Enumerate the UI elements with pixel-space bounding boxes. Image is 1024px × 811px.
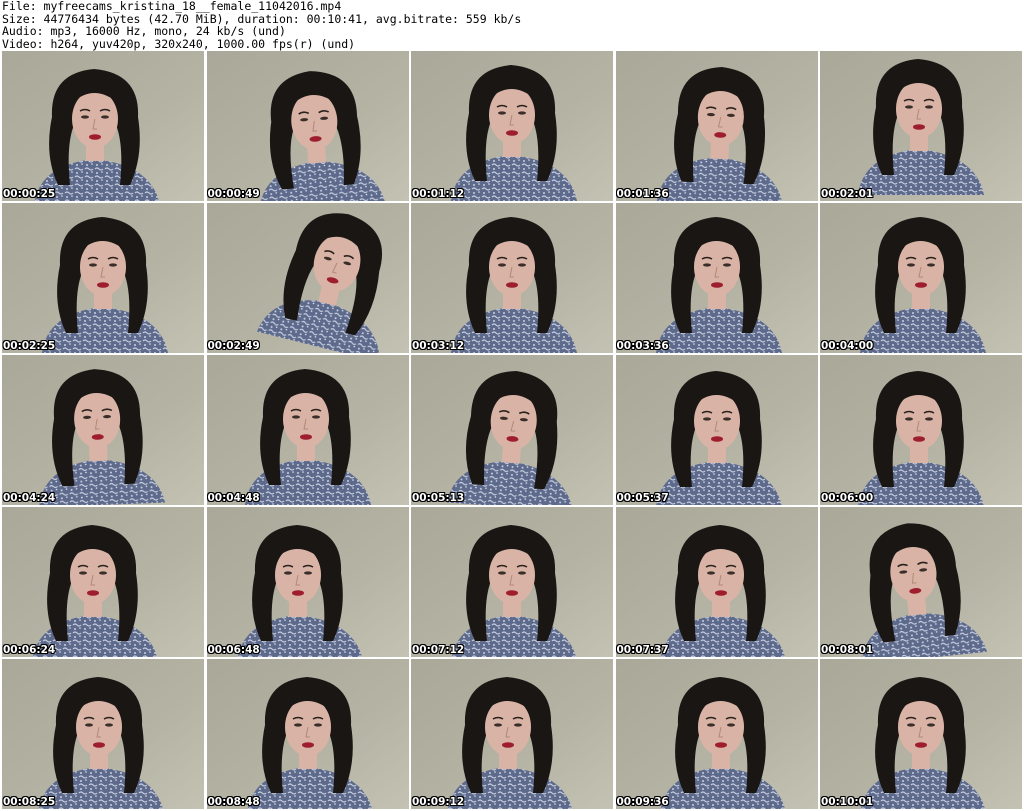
video-thumbnail: 00:00:49 [206, 51, 409, 201]
video-thumbnail: 00:08:01 [820, 507, 1022, 657]
thumbnail-image [411, 51, 613, 201]
thumbnail-image [615, 51, 818, 201]
thumbnail-timestamp: 00:07:12 [412, 644, 465, 656]
thumbnail-image [206, 507, 409, 657]
thumbnail-timestamp: 00:08:25 [3, 796, 56, 808]
video-thumbnail: 00:04:00 [820, 203, 1022, 353]
video-thumbnail: 00:04:24 [2, 355, 204, 505]
thumbnail-timestamp: 00:00:49 [207, 188, 260, 200]
thumbnail-image [206, 355, 409, 505]
thumbnail-image [820, 51, 1022, 201]
thumbnail-image [206, 659, 409, 809]
video-thumbnail: 00:05:37 [615, 355, 818, 505]
thumbnail-timestamp: 00:01:36 [616, 188, 669, 200]
thumbnail-timestamp: 00:08:01 [821, 644, 874, 656]
video-thumbnail: 00:08:48 [206, 659, 409, 809]
thumbnail-timestamp: 00:02:01 [821, 188, 874, 200]
thumbnail-image [820, 659, 1022, 809]
thumbnail-timestamp: 00:05:13 [412, 492, 465, 504]
video-thumbnail: 00:00:25 [2, 51, 204, 201]
thumbnail-timestamp: 00:00:25 [3, 188, 56, 200]
thumbnail-timestamp: 00:02:25 [3, 340, 56, 352]
video-thumbnail: 00:09:12 [411, 659, 613, 809]
thumbnail-image [2, 203, 204, 353]
video-thumbnail: 00:03:12 [411, 203, 613, 353]
thumbnail-image [411, 659, 613, 809]
audio-info-line: Audio: mp3, 16000 Hz, mono, 24 kb/s (und… [2, 24, 286, 38]
video-thumbnail: 00:01:36 [615, 51, 818, 201]
video-thumbnail: 00:07:12 [411, 507, 613, 657]
video-thumbnail: 00:05:13 [411, 355, 613, 505]
thumbnail-image [615, 507, 818, 657]
thumbnail-image [206, 203, 409, 353]
thumbnail-image [2, 51, 204, 201]
video-thumbnail: 00:06:00 [820, 355, 1022, 505]
thumbnail-timestamp: 00:03:36 [616, 340, 669, 352]
thumbnail-image [2, 659, 204, 809]
thumbnail-image [820, 203, 1022, 353]
thumbnail-timestamp: 00:10:01 [821, 796, 874, 808]
thumbnail-timestamp: 00:05:37 [616, 492, 669, 504]
video-info-line: Video: h264, yuv420p, 320x240, 1000.00 f… [2, 36, 356, 51]
video-thumbnail: 00:01:12 [411, 51, 613, 201]
thumbnail-grid: 00:00:25 00:00:49 00:01:12 00:01:36 00:0… [2, 51, 1022, 809]
thumbnail-image [411, 203, 613, 353]
video-thumbnail: 00:10:01 [820, 659, 1022, 809]
video-thumbnail: 00:02:25 [2, 203, 204, 353]
thumbnail-timestamp: 00:02:49 [207, 340, 260, 352]
thumbnail-timestamp: 00:06:48 [207, 644, 260, 656]
thumbnail-image [615, 203, 818, 353]
file-info-header: File: myfreecams_kristina_18__female_110… [2, 0, 1022, 50]
video-thumbnail: 00:02:01 [820, 51, 1022, 201]
video-thumbnail: 00:02:49 [206, 203, 409, 353]
file-name-line: File: myfreecams_kristina_18__female_110… [2, 0, 342, 13]
thumbnail-timestamp: 00:04:24 [3, 492, 56, 504]
thumbnail-timestamp: 00:06:00 [821, 492, 874, 504]
video-thumbnail: 00:03:36 [615, 203, 818, 353]
thumbnail-image [615, 659, 818, 809]
thumbnail-image [820, 355, 1022, 505]
thumbnail-timestamp: 00:03:12 [412, 340, 465, 352]
thumbnail-timestamp: 00:08:48 [207, 796, 260, 808]
thumbnail-image [2, 355, 204, 505]
video-thumbnail: 00:06:48 [206, 507, 409, 657]
thumbnail-image [206, 51, 409, 201]
thumbnail-image [615, 355, 818, 505]
thumbnail-image [411, 355, 613, 505]
thumbnail-image [820, 507, 1022, 657]
thumbnail-timestamp: 00:07:37 [616, 644, 669, 656]
video-thumbnail: 00:04:48 [206, 355, 409, 505]
video-thumbnail: 00:07:37 [615, 507, 818, 657]
thumbnail-image [411, 507, 613, 657]
thumbnail-timestamp: 00:04:48 [207, 492, 260, 504]
video-thumbnail: 00:09:36 [615, 659, 818, 809]
thumbnail-timestamp: 00:09:36 [616, 796, 669, 808]
thumbnail-timestamp: 00:06:24 [3, 644, 56, 656]
thumbnail-timestamp: 00:09:12 [412, 796, 465, 808]
thumbnail-image [2, 507, 204, 657]
video-thumbnail: 00:08:25 [2, 659, 204, 809]
thumbnail-timestamp: 00:01:12 [412, 188, 465, 200]
video-thumbnail: 00:06:24 [2, 507, 204, 657]
thumbnail-timestamp: 00:04:00 [821, 340, 874, 352]
